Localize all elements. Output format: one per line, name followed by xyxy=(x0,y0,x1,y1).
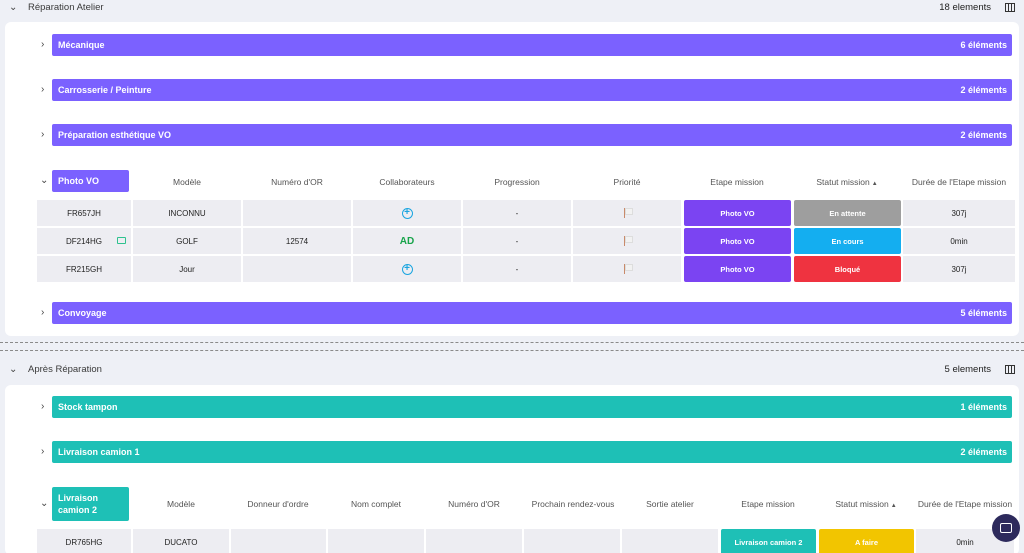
cell-duration: 307j xyxy=(903,256,1015,282)
chevron-down-icon[interactable]: ⌄ xyxy=(40,175,48,186)
cell-collaborators[interactable]: + xyxy=(353,256,461,282)
column-header-nom-complet[interactable]: Nom complet xyxy=(328,499,424,509)
status-badge[interactable]: Bloqué xyxy=(794,256,901,282)
cell-progress: - xyxy=(463,256,571,282)
flag-icon[interactable] xyxy=(623,264,633,274)
column-header-modele[interactable]: Modèle xyxy=(133,499,229,509)
status-badge[interactable]: En attente xyxy=(794,200,901,226)
chevron-down-icon[interactable]: ⌄ xyxy=(9,2,19,13)
section-count: 5 elements xyxy=(944,363,991,375)
cell-or xyxy=(243,256,351,282)
section-title: Réparation Atelier xyxy=(28,1,104,13)
group-photo-vo[interactable]: Photo VO xyxy=(52,170,129,192)
cell-plate[interactable]: FR657JH xyxy=(37,200,131,226)
cell-duration: 307j xyxy=(903,200,1015,226)
cell-priority[interactable] xyxy=(573,228,681,254)
cell-model: GOLF xyxy=(133,228,241,254)
chevron-right-icon[interactable]: › xyxy=(41,39,44,50)
section-divider xyxy=(0,342,1024,343)
group-stock-tampon[interactable]: Stock tampon 1 éléments xyxy=(52,396,1012,418)
chevron-right-icon[interactable]: › xyxy=(41,401,44,412)
cell-priority[interactable] xyxy=(573,200,681,226)
cell-progress: - xyxy=(463,200,571,226)
chevron-right-icon[interactable]: › xyxy=(41,446,44,457)
section-divider xyxy=(0,350,1024,351)
column-header-collaborateurs[interactable]: Collaborateurs xyxy=(353,177,461,187)
step-badge[interactable]: Photo VO xyxy=(684,228,791,254)
group-livraison-camion-1[interactable]: Livraison camion 1 2 éléments xyxy=(52,441,1012,463)
chevron-right-icon[interactable]: › xyxy=(41,84,44,95)
chevron-down-icon[interactable]: ⌄ xyxy=(9,364,19,375)
cell-sortie-atelier xyxy=(622,529,718,553)
cell-or xyxy=(243,200,351,226)
column-header-etape-mission[interactable]: Etape mission xyxy=(683,177,791,187)
cell-duration: 0min xyxy=(903,228,1015,254)
group-preparation-esthetique[interactable]: Préparation esthétique VO 2 éléments xyxy=(52,124,1012,146)
cell-model: INCONNU xyxy=(133,200,241,226)
group-livraison-camion-2[interactable]: Livraison camion 2 xyxy=(52,487,129,521)
step-badge[interactable]: Photo VO xyxy=(684,256,791,282)
section-header-atelier[interactable]: ⌄ Réparation Atelier 18 elements xyxy=(0,0,1024,16)
cell-collaborators[interactable]: + xyxy=(353,200,461,226)
collaborator-avatar[interactable]: AD xyxy=(400,236,414,247)
column-header-statut-mission[interactable]: Statut mission ▲ xyxy=(793,177,901,187)
sort-up-icon[interactable]: ▲ xyxy=(891,503,897,509)
cell-plate[interactable]: DR765HG xyxy=(37,529,131,553)
column-header-progression[interactable]: Progression xyxy=(463,177,571,187)
group-convoyage[interactable]: Convoyage 5 éléments xyxy=(52,302,1012,324)
cell-plate[interactable]: DF214HG xyxy=(37,228,131,254)
chevron-right-icon[interactable]: › xyxy=(41,129,44,140)
cell-model: DUCATO xyxy=(133,529,229,553)
chevron-down-icon[interactable]: ⌄ xyxy=(40,498,48,509)
chat-icon xyxy=(1000,523,1012,533)
chat-support-button[interactable] xyxy=(992,514,1020,542)
column-header-statut-mission[interactable]: Statut mission ▲ xyxy=(818,499,914,509)
cell-or xyxy=(426,529,522,553)
chevron-right-icon[interactable]: › xyxy=(41,307,44,318)
cell-prochain-rdv xyxy=(524,529,620,553)
status-badge[interactable]: A faire xyxy=(819,529,914,553)
add-collaborator-icon[interactable]: + xyxy=(401,263,413,275)
sort-up-icon[interactable]: ▲ xyxy=(872,181,878,187)
section-count: 18 elements xyxy=(939,1,991,13)
group-carrosserie[interactable]: Carrosserie / Peinture 2 éléments xyxy=(52,79,1012,101)
cell-model: Jour xyxy=(133,256,241,282)
cell-or: 12574 xyxy=(243,228,351,254)
cell-priority[interactable] xyxy=(573,256,681,282)
column-header-duree[interactable]: Durée de l'Etape mission xyxy=(914,499,1016,509)
column-header-modele[interactable]: Modèle xyxy=(133,177,241,187)
group-mecanique[interactable]: Mécanique 6 éléments xyxy=(52,34,1012,56)
column-header-numero-or[interactable]: Numéro d'OR xyxy=(426,499,522,509)
column-header-duree[interactable]: Durée de l'Etape mission xyxy=(903,177,1015,187)
cell-donneur-ordre xyxy=(231,529,326,553)
column-header-donneur-ordre[interactable]: Donneur d'ordre xyxy=(230,499,326,509)
column-header-prochain-rdv[interactable]: Prochain rendez-vous xyxy=(523,499,623,509)
column-header-sortie-atelier[interactable]: Sortie atelier xyxy=(622,499,718,509)
flag-icon[interactable] xyxy=(623,236,633,246)
column-header-numero-or[interactable]: Numéro d'OR xyxy=(243,177,351,187)
step-badge[interactable]: Livraison camion 2 xyxy=(721,529,816,553)
section-header-apres[interactable]: ⌄ Après Réparation 5 elements xyxy=(0,360,1024,378)
column-header-priorite[interactable]: Priorité xyxy=(573,177,681,187)
flag-icon[interactable] xyxy=(623,208,633,218)
cell-nom-complet xyxy=(328,529,424,553)
column-header-etape-mission[interactable]: Etape mission xyxy=(720,499,816,509)
columns-icon[interactable] xyxy=(1005,364,1015,374)
columns-icon[interactable] xyxy=(1005,2,1015,12)
cell-collaborators[interactable]: AD xyxy=(353,228,461,254)
cell-plate[interactable]: FR215GH xyxy=(37,256,131,282)
cell-progress: - xyxy=(463,228,571,254)
section-title: Après Réparation xyxy=(28,363,102,375)
step-badge[interactable]: Photo VO xyxy=(684,200,791,226)
comment-icon[interactable] xyxy=(117,237,126,244)
add-collaborator-icon[interactable]: + xyxy=(401,207,413,219)
status-badge[interactable]: En cours xyxy=(794,228,901,254)
